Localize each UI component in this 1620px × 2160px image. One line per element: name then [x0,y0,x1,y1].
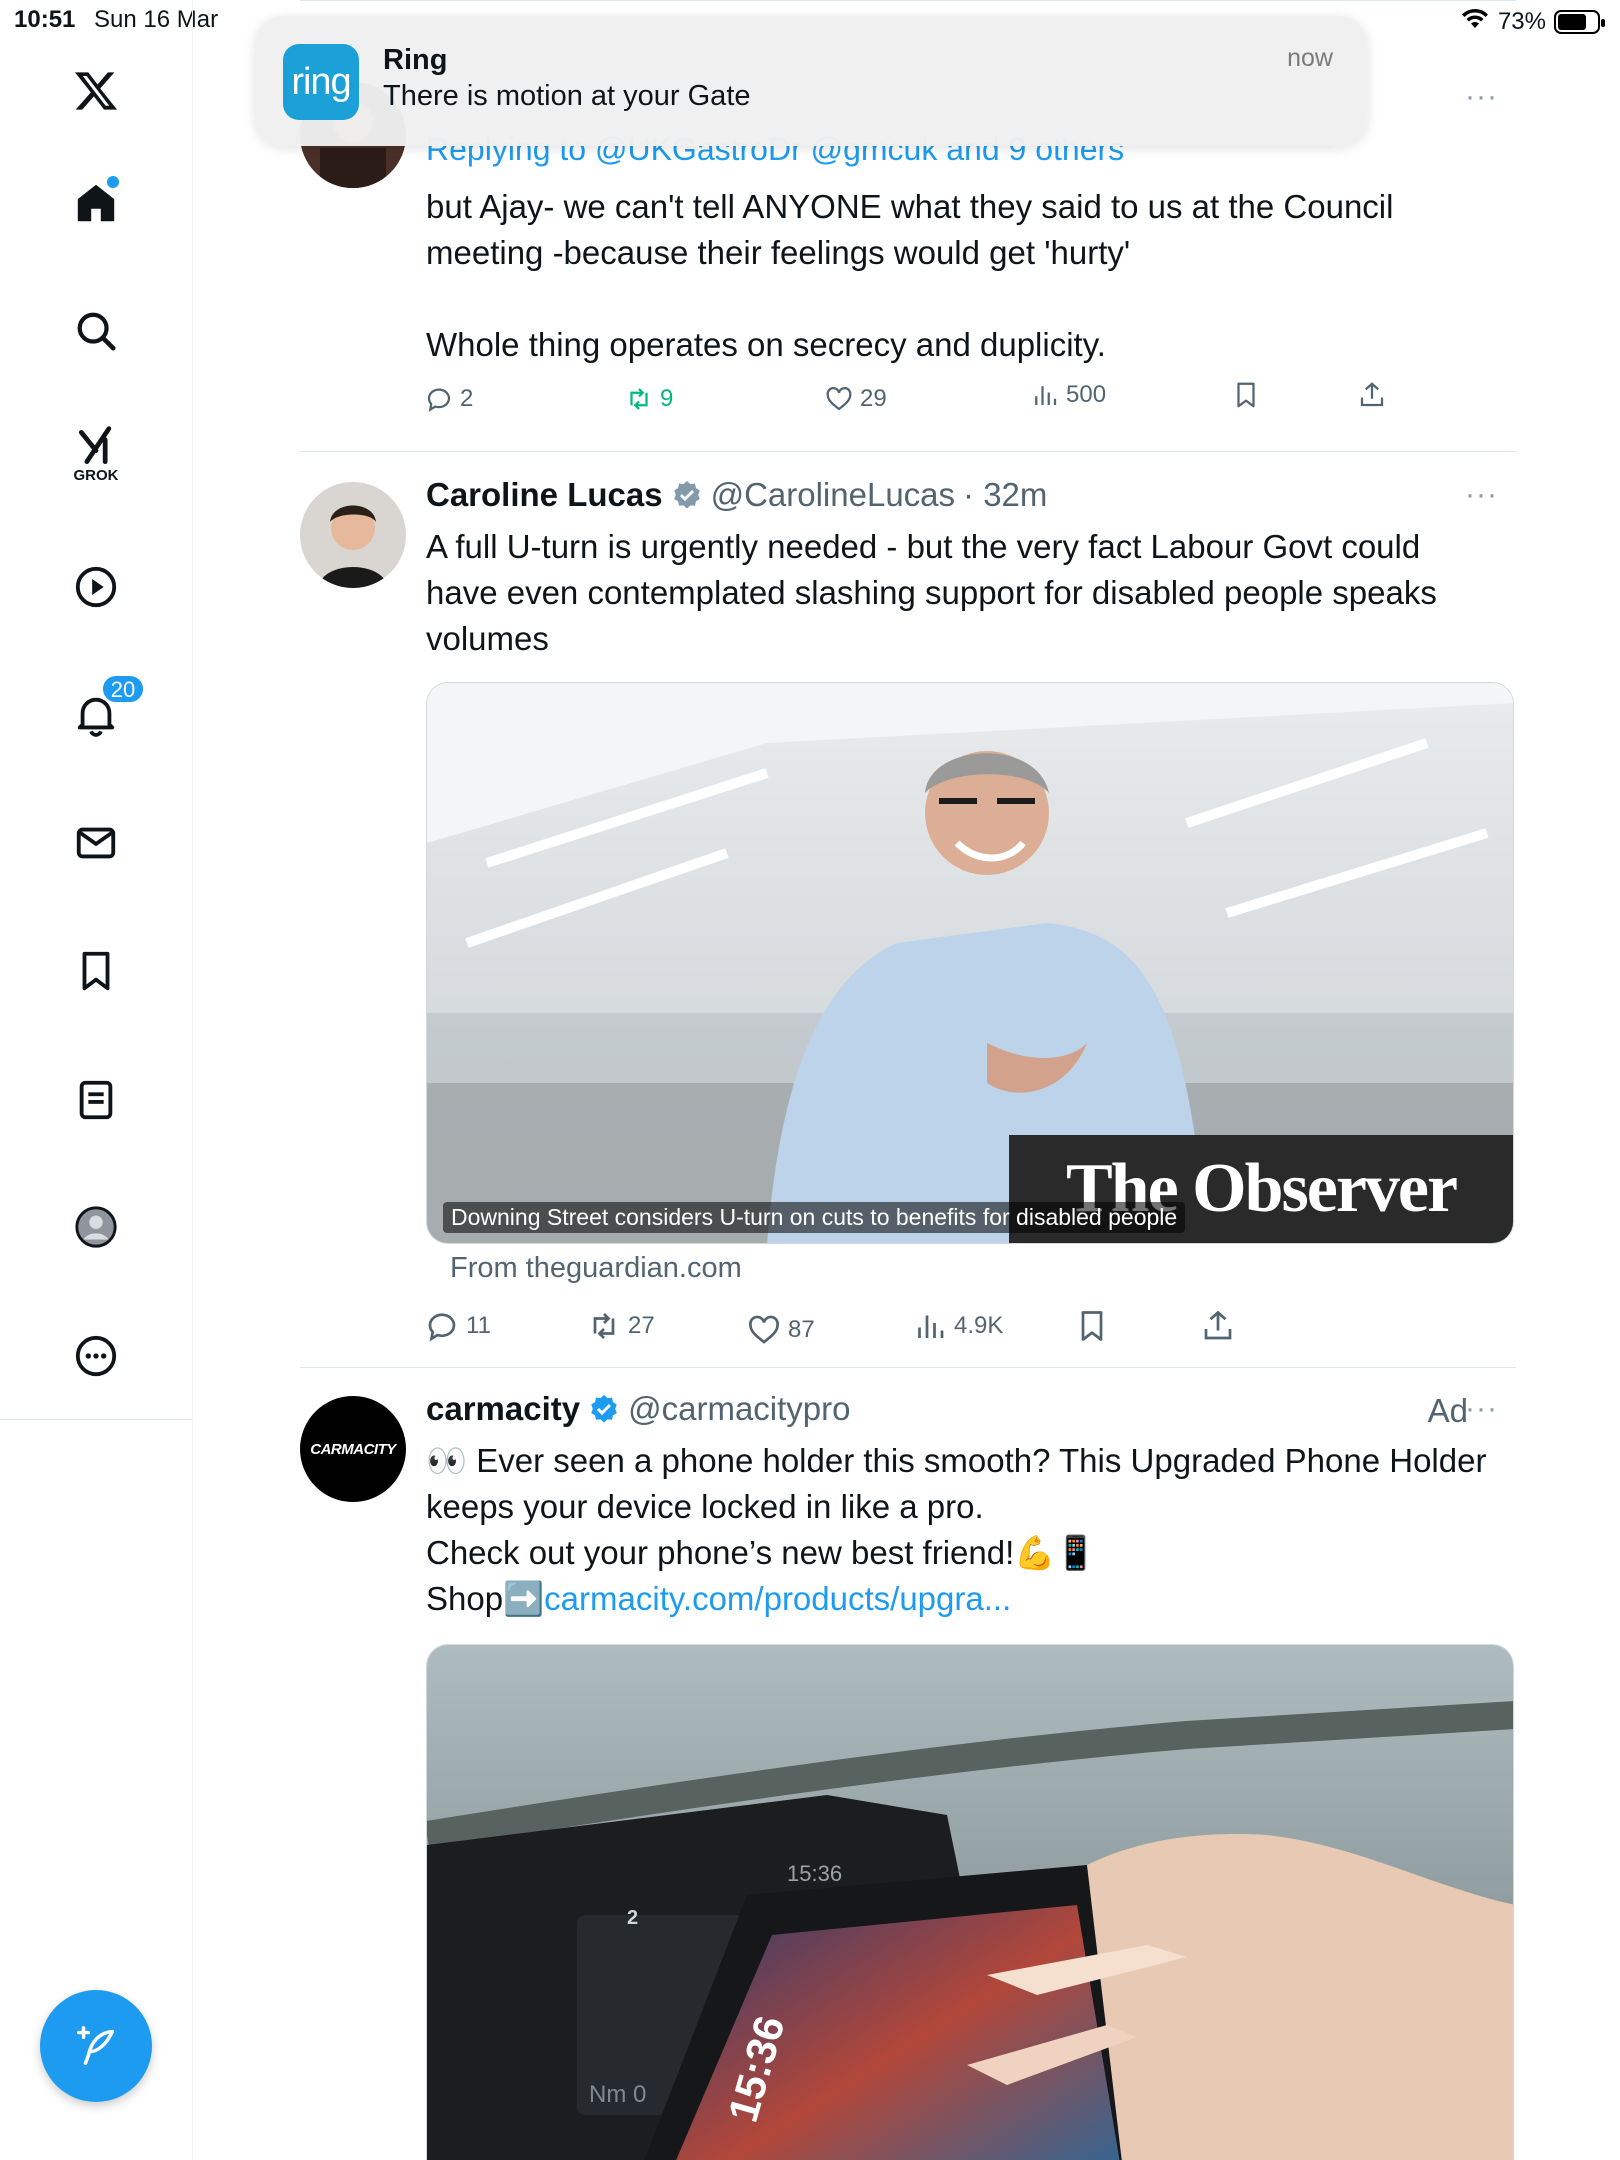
tweet-2-text-line1: A full U-turn is urgently needed - but t… [426,528,1421,565]
tweet-1-more-icon[interactable]: ··· [1465,80,1498,114]
more-icon[interactable] [67,1327,125,1385]
ring-notification-banner[interactable]: ring Ring There is motion at your Gate n… [255,16,1367,146]
heart-icon [749,1315,779,1344]
retweet-icon [630,388,648,410]
tweet-1-text-line1: but Ajay- we can't tell ANYONE what they… [426,188,1394,225]
messages-icon[interactable] [67,814,125,872]
shop-link[interactable]: carmacity.com/products/upgra... [544,1580,1011,1617]
views-icon [918,1315,944,1338]
tweet-2-views-button[interactable]: 4.9K [912,1308,1003,1344]
sidebar: GROK 20 [0,0,193,2160]
lists-icon[interactable] [67,1071,125,1129]
tweet-3-text-line1: 👀 Ever seen a phone holder this smooth? … [426,1442,1487,1479]
media-torque-label: Nm 0 [589,2081,647,2108]
notification-time: now [1287,44,1333,72]
tweet-3-author-name[interactable]: carmacity [426,1390,580,1428]
tweet-1-view-count: 500 [1066,381,1107,408]
ring-app-icon: ring [283,44,359,120]
compose-feather-icon [77,2026,115,2065]
heart-icon [826,387,852,411]
grok-label: GROK [73,467,119,484]
tweet-2-more-icon[interactable]: ··· [1465,478,1498,512]
tweet-1-text-line3: Whole thing operates on secrecy and dupl… [426,326,1106,363]
tweet-1-retweet-count: 9 [660,385,674,412]
tweet-1-reply-count: 2 [460,385,474,412]
tweet-2-handle[interactable]: @CarolineLucas [711,476,955,514]
carmacity-logo: CARMACITY [310,1440,396,1458]
notifications-icon[interactable]: 20 [67,674,145,744]
shop-prefix: Shop➡️ [426,1580,545,1617]
tweet-2-media-caption: Downing Street considers U-turn on cuts … [443,1202,1186,1233]
video-icon[interactable] [67,558,125,616]
bookmark-icon [1081,1311,1103,1341]
tweet-2-share-button[interactable] [1200,1308,1236,1344]
tweet-1-views-button[interactable]: 500 [1030,380,1106,410]
compose-post-button[interactable] [40,1990,152,2102]
tweet-2-reply-button[interactable]: 11 [424,1308,491,1344]
home-icon[interactable] [67,174,125,232]
tweet-1-reply-button[interactable]: 2 [424,384,473,414]
reply-icon [427,388,451,412]
tweet-2-bookmark-button[interactable] [1074,1308,1110,1344]
timeline-feed: Replying to @UKGastroDr @gmcuk and 9 oth… [300,0,1516,2160]
tweet-3-avatar[interactable]: CARMACITY [300,1396,406,1502]
tweet-2-source-link[interactable]: From theguardian.com [450,1252,742,1285]
tweet-2-text-line2: have even contemplated slashing support … [426,574,1437,611]
tweet-3-text-line2: keeps your device locked in like a pro. [426,1488,984,1525]
tweet-2-header: Caroline Lucas @CarolineLucas · 32m [426,476,1047,514]
tweet-1-like-button[interactable]: 29 [824,384,887,414]
tweet-divider [300,451,1516,452]
ad-label: Ad [1427,1392,1468,1429]
retweet-icon [593,1313,615,1339]
reply-icon [428,1313,456,1342]
media-small-clock: 15:36 [787,1861,843,1886]
tweet-2-author-name[interactable]: Caroline Lucas [426,476,663,514]
top-divider [300,0,1516,1]
tweet-1-retweet-button[interactable]: 9 [624,384,673,414]
battery-icon [1554,9,1605,34]
share-icon [1204,1310,1232,1340]
tweet-2-reply-count: 11 [466,1312,491,1339]
tweet-2-actions: 11 27 87 4.9K [424,1308,1424,1348]
tweet-3-text-line4: Shop➡️carmacity.com/products/upgra... [426,1576,1516,1622]
grok-icon[interactable]: GROK [67,425,125,484]
search-icon[interactable] [67,302,125,360]
tweet-2-like-count: 87 [788,1316,815,1343]
bookmark-icon [1237,382,1255,408]
sidebar-divider [0,1419,193,1420]
tweet-2-time[interactable]: · 32m [963,476,1047,514]
tweet-2-view-count: 4.9K [954,1312,1004,1339]
tweet-2-avatar[interactable] [300,482,406,588]
tweet-3-more-icon[interactable]: ··· [1465,1392,1498,1426]
notification-body: There is motion at your Gate [383,80,751,112]
tweet-2-retweet-count: 27 [628,1312,655,1339]
tweet-1-like-count: 29 [860,385,887,412]
tweet-3-video-media[interactable]: 15:36 2 Nm 0 15:36 [426,1644,1514,2160]
tweet-3-header: carmacity @carmacitypro [426,1390,851,1428]
views-icon [1035,386,1057,405]
tweet-1-share-button[interactable] [1357,380,1387,410]
battery-fill [1558,13,1586,30]
tweet-2-text-line3: volumes [426,620,549,657]
bookmarks-icon[interactable] [67,942,125,1000]
verified-badge-icon [591,1395,617,1423]
tweet-2-link-card-image[interactable]: The Observer Downing Street considers U-… [426,682,1514,1244]
share-icon [1360,382,1384,407]
tweet-1-text-line2: meeting -because their feelings would ge… [426,234,1131,271]
tweet-1-actions: 2 9 29 500 [424,381,1424,424]
tweet-2-retweet-button[interactable]: 27 [586,1308,655,1344]
notifications-badge: 20 [101,674,145,704]
tweet-3-text-line3: Check out your phone’s new best friend!💪… [426,1534,1097,1571]
notification-title: Ring [383,44,448,76]
tweet-divider [300,1367,1516,1368]
media-gear-indicator: 2 [627,1907,639,1929]
verified-badge-icon [673,481,700,509]
x-logo-icon[interactable] [67,62,125,120]
home-unread-dot [107,176,119,188]
tweet-3-handle[interactable]: @carmacitypro [628,1390,850,1428]
profile-avatar-icon[interactable] [67,1198,125,1256]
tweet-1-bookmark-button[interactable] [1231,380,1261,410]
tweet-2-like-button[interactable]: 87 [746,1312,815,1348]
